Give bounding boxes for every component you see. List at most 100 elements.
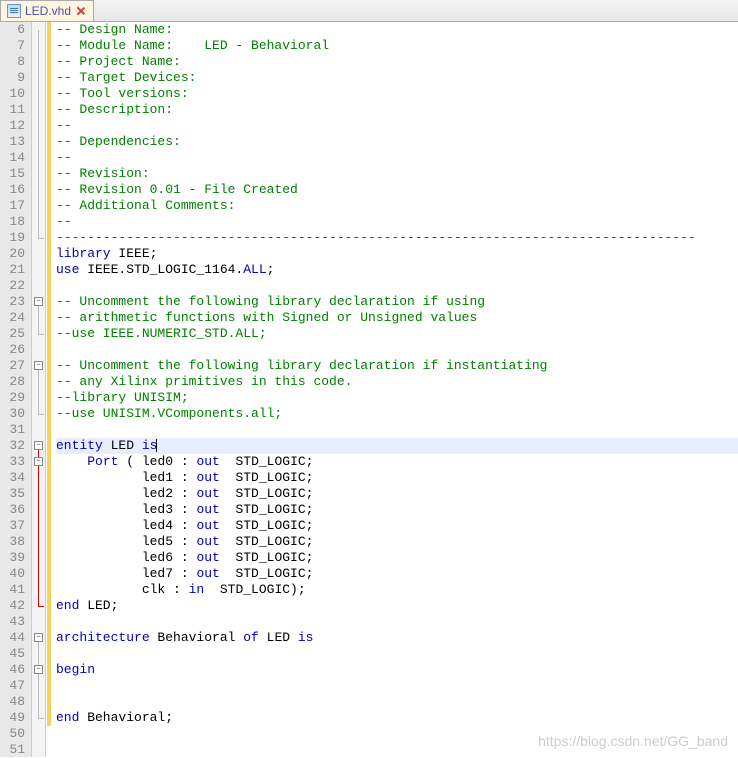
- line-number: 24: [4, 310, 25, 326]
- line-number: 25: [4, 326, 25, 342]
- code-line[interactable]: ----------------------------------------…: [56, 230, 738, 246]
- line-number-gutter: 6789101112131415161718192021222324252627…: [0, 22, 32, 757]
- fold-toggle[interactable]: -: [34, 297, 43, 306]
- line-number: 8: [4, 54, 25, 70]
- code-line[interactable]: -- Revision:: [56, 166, 738, 182]
- code-line[interactable]: end LED;: [56, 598, 738, 614]
- line-number: 28: [4, 374, 25, 390]
- line-number: 36: [4, 502, 25, 518]
- code-line[interactable]: [56, 342, 738, 358]
- line-number: 9: [4, 70, 25, 86]
- line-number: 20: [4, 246, 25, 262]
- line-number: 23: [4, 294, 25, 310]
- line-number: 40: [4, 566, 25, 582]
- code-line[interactable]: --: [56, 150, 738, 166]
- code-line[interactable]: [56, 646, 738, 662]
- code-line[interactable]: led7 : out STD_LOGIC;: [56, 566, 738, 582]
- tab-filename: LED.vhd: [25, 4, 71, 18]
- code-line[interactable]: led5 : out STD_LOGIC;: [56, 534, 738, 550]
- code-line[interactable]: -- any Xilinx primitives in this code.: [56, 374, 738, 390]
- line-number: 39: [4, 550, 25, 566]
- line-number: 41: [4, 582, 25, 598]
- code-line[interactable]: [56, 694, 738, 710]
- code-line[interactable]: -- Revision 0.01 - File Created: [56, 182, 738, 198]
- tab-bar: LED.vhd: [0, 0, 738, 22]
- line-number: 10: [4, 86, 25, 102]
- line-number: 31: [4, 422, 25, 438]
- code-line[interactable]: --use IEEE.NUMERIC_STD.ALL;: [56, 326, 738, 342]
- line-number: 21: [4, 262, 25, 278]
- line-number: 42: [4, 598, 25, 614]
- code-line[interactable]: -- arithmetic functions with Signed or U…: [56, 310, 738, 326]
- code-line[interactable]: clk : in STD_LOGIC);: [56, 582, 738, 598]
- fold-toggle[interactable]: -: [34, 665, 43, 674]
- code-line[interactable]: --library UNISIM;: [56, 390, 738, 406]
- fold-column[interactable]: - - - - - -: [32, 22, 46, 757]
- code-line[interactable]: -- Design Name:: [56, 22, 738, 38]
- line-number: 46: [4, 662, 25, 678]
- line-number: 37: [4, 518, 25, 534]
- line-number: 35: [4, 486, 25, 502]
- code-line[interactable]: [56, 678, 738, 694]
- line-number: 30: [4, 406, 25, 422]
- code-line[interactable]: -- Uncomment the following library decla…: [56, 294, 738, 310]
- code-line[interactable]: -- Additional Comments:: [56, 198, 738, 214]
- fold-toggle[interactable]: -: [34, 361, 43, 370]
- code-line[interactable]: [56, 742, 738, 758]
- line-number: 26: [4, 342, 25, 358]
- code-line[interactable]: [56, 422, 738, 438]
- line-number: 7: [4, 38, 25, 54]
- line-number: 29: [4, 390, 25, 406]
- line-number: 44: [4, 630, 25, 646]
- line-number: 45: [4, 646, 25, 662]
- code-line[interactable]: --use UNISIM.VComponents.all;: [56, 406, 738, 422]
- fold-toggle[interactable]: -: [34, 441, 43, 450]
- fold-toggle[interactable]: -: [34, 457, 43, 466]
- tab-led-vhd[interactable]: LED.vhd: [0, 0, 94, 21]
- line-number: 19: [4, 230, 25, 246]
- code-line[interactable]: --: [56, 214, 738, 230]
- code-line[interactable]: entity LED is: [56, 438, 738, 454]
- code-line[interactable]: begin: [56, 662, 738, 678]
- code-line[interactable]: -- Description:: [56, 102, 738, 118]
- code-line[interactable]: -- Project Name:: [56, 54, 738, 70]
- code-line[interactable]: led2 : out STD_LOGIC;: [56, 486, 738, 502]
- line-number: 38: [4, 534, 25, 550]
- code-line[interactable]: -- Uncomment the following library decla…: [56, 358, 738, 374]
- line-number: 14: [4, 150, 25, 166]
- code-editor[interactable]: 6789101112131415161718192021222324252627…: [0, 22, 738, 757]
- code-line[interactable]: -- Tool versions:: [56, 86, 738, 102]
- line-number: 33: [4, 454, 25, 470]
- line-number: 48: [4, 694, 25, 710]
- fold-toggle[interactable]: -: [34, 633, 43, 642]
- file-icon: [7, 4, 21, 18]
- code-line[interactable]: led1 : out STD_LOGIC;: [56, 470, 738, 486]
- code-line[interactable]: [56, 614, 738, 630]
- code-line[interactable]: use IEEE.STD_LOGIC_1164.ALL;: [56, 262, 738, 278]
- code-line[interactable]: Port ( led0 : out STD_LOGIC;: [56, 454, 738, 470]
- code-area[interactable]: -- Design Name: -- Module Name: LED - Be…: [52, 22, 738, 757]
- code-line[interactable]: led6 : out STD_LOGIC;: [56, 550, 738, 566]
- line-number: 34: [4, 470, 25, 486]
- code-line[interactable]: led3 : out STD_LOGIC;: [56, 502, 738, 518]
- line-number: 15: [4, 166, 25, 182]
- code-line[interactable]: architecture Behavioral of LED is: [56, 630, 738, 646]
- code-line[interactable]: end Behavioral;: [56, 710, 738, 726]
- line-number: 6: [4, 22, 25, 38]
- line-number: 13: [4, 134, 25, 150]
- code-line[interactable]: library IEEE;: [56, 246, 738, 262]
- line-number: 11: [4, 102, 25, 118]
- code-line[interactable]: --: [56, 118, 738, 134]
- line-number: 43: [4, 614, 25, 630]
- code-line[interactable]: -- Dependencies:: [56, 134, 738, 150]
- code-line[interactable]: [56, 726, 738, 742]
- line-number: 16: [4, 182, 25, 198]
- line-number: 12: [4, 118, 25, 134]
- line-number: 32: [4, 438, 25, 454]
- line-number: 49: [4, 710, 25, 726]
- close-icon[interactable]: [75, 5, 87, 17]
- code-line[interactable]: [56, 278, 738, 294]
- code-line[interactable]: led4 : out STD_LOGIC;: [56, 518, 738, 534]
- code-line[interactable]: -- Target Devices:: [56, 70, 738, 86]
- code-line[interactable]: -- Module Name: LED - Behavioral: [56, 38, 738, 54]
